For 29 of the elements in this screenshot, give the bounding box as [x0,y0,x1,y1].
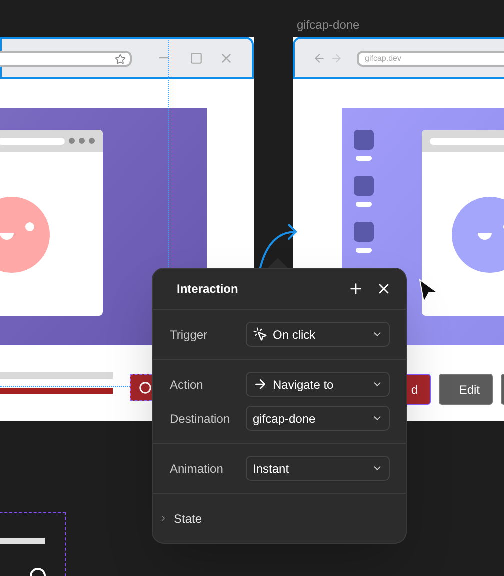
add-button[interactable] [348,281,364,297]
star-icon[interactable] [115,54,126,64]
add-button[interactable]: d [406,374,431,405]
field-label: Action [170,376,204,394]
dropdown[interactable]: Navigate to [246,372,390,397]
close-icon[interactable] [219,51,234,66]
edit-button[interactable]: Edit [439,374,493,405]
back-icon[interactable] [313,52,326,65]
panel-title: Interaction [177,281,240,298]
frame-title: gifcap-done [297,17,360,34]
field-label: Destination [170,410,232,428]
sidebar-icon [354,222,374,253]
plus-icon [348,281,364,297]
chevron-right-icon [159,514,168,523]
maximize-icon[interactable] [190,52,203,65]
forward-icon[interactable] [330,52,343,65]
dropdown[interactable]: On click [246,322,390,347]
record-button[interactable] [130,374,152,401]
field-label: Trigger [170,326,209,344]
dropdown[interactable]: gifcap-done [246,406,390,431]
sidebar-icon [354,130,374,161]
click-icon [253,327,268,342]
circle-icon [139,380,152,394]
arrow-right-icon [253,377,268,392]
sidebar-icon [354,176,374,207]
dropdown[interactable]: Instant [246,456,390,481]
field-label: Animation [170,460,224,478]
address-field[interactable] [0,51,132,67]
state-section-toggle[interactable]: State [153,494,406,543]
